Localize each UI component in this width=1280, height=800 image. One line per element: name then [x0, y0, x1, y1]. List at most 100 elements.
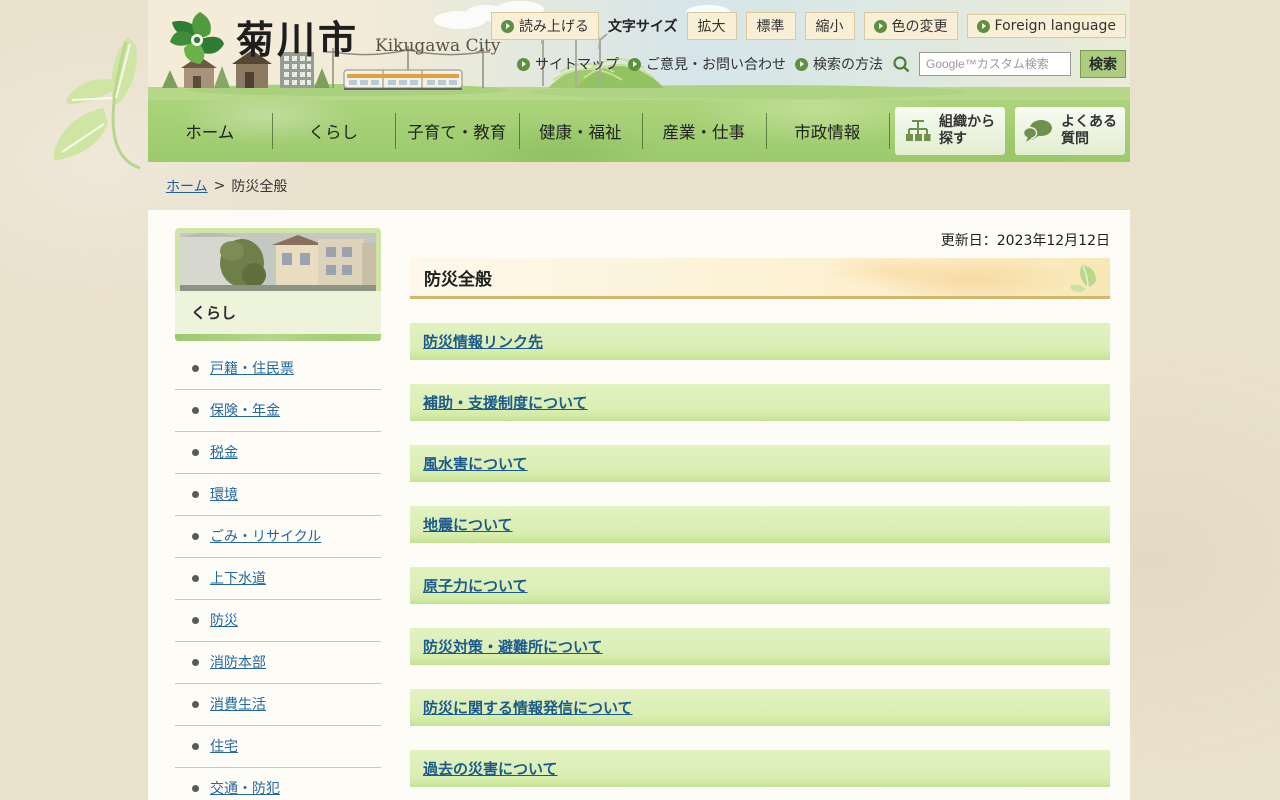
- link-bosai-joho[interactable]: 防災情報リンク先: [423, 331, 543, 352]
- link-jishin[interactable]: 地震について: [423, 514, 513, 535]
- topic-link-bar: 原子力について: [410, 567, 1110, 604]
- site-search-input[interactable]: [919, 52, 1071, 76]
- list-item: 戸籍・住民票: [175, 348, 381, 390]
- city-emblem-icon: [166, 10, 228, 70]
- topic-link-bar: 風水害について: [410, 445, 1110, 482]
- topic-link-bar: 過去の災害について: [410, 750, 1110, 787]
- sidebar-item-bosai[interactable]: 防災: [210, 610, 238, 630]
- list-item: 環境: [175, 474, 381, 516]
- font-size-label: 文字サイズ: [608, 16, 678, 36]
- sidebar-link-list: 戸籍・住民票 保険・年金 税金 環境 ごみ・リサイクル 上下水道 防災 消防本部…: [175, 348, 381, 800]
- topic-link-bar: 防災に関する情報発信について: [410, 689, 1110, 726]
- faq-label: よくある質問: [1061, 114, 1117, 148]
- list-item: 保険・年金: [175, 390, 381, 432]
- page-column: 菊川市 Kikugawa City 読み上げる 文字サイズ 拡大 標準 縮小 色…: [148, 0, 1130, 800]
- arrow-circle-icon: [501, 20, 514, 33]
- sidebar-item-jogesuido[interactable]: 上下水道: [210, 568, 266, 588]
- link-kako-saigai[interactable]: 過去の災害について: [423, 758, 558, 779]
- font-standard-button[interactable]: 標準: [746, 12, 796, 40]
- breadcrumb-current: 防災全般: [231, 176, 287, 196]
- nav-item-sangyo[interactable]: 産業・仕事: [642, 100, 766, 162]
- sidebar-item-kankyo[interactable]: 環境: [210, 484, 238, 504]
- nav-item-shisei[interactable]: 市政情報: [766, 100, 890, 162]
- org-search-label: 組織から探す: [939, 114, 995, 148]
- contact-link[interactable]: ご意見・お問い合わせ: [628, 54, 786, 74]
- bullet-icon: [192, 407, 199, 414]
- nav-item-kosodate[interactable]: 子育て・教育: [395, 100, 519, 162]
- sidebar-category-photo: [180, 233, 376, 291]
- sidebar-item-gomi[interactable]: ごみ・リサイクル: [210, 526, 321, 546]
- list-item: 住宅: [175, 726, 381, 768]
- sidebar-item-zeikin[interactable]: 税金: [210, 442, 238, 462]
- bullet-icon: [192, 575, 199, 582]
- page-title: 防災全般: [410, 258, 1110, 299]
- sidebar-item-kotsu[interactable]: 交通・防犯: [210, 778, 280, 798]
- sitemap-link[interactable]: サイトマップ: [517, 54, 619, 74]
- sidebar-category-title: くらし: [175, 291, 381, 334]
- city-name: 菊川市: [236, 10, 359, 70]
- list-item: 防災: [175, 600, 381, 642]
- read-aloud-button[interactable]: 読み上げる: [491, 12, 599, 40]
- header-tools: 読み上げる 文字サイズ 拡大 標準 縮小 色の変更 Foreign langua…: [491, 12, 1126, 78]
- topic-link-bar: 補助・支援制度について: [410, 384, 1110, 421]
- global-nav: ホーム くらし 子育て・教育 健康・福祉 産業・仕事 市政情報 組織から探す よ…: [148, 100, 1130, 162]
- sidebar: くらし 戸籍・住民票 保険・年金 税金 環境 ごみ・リサイクル 上下水道 防災 …: [175, 228, 381, 800]
- org-chart-icon: [905, 119, 931, 143]
- bullet-icon: [192, 659, 199, 666]
- link-taisaku-hinanjo[interactable]: 防災対策・避難所について: [423, 636, 603, 657]
- topic-link-bar: 防災対策・避難所について: [410, 628, 1110, 665]
- link-hojo-shien[interactable]: 補助・支援制度について: [423, 392, 588, 413]
- font-enlarge-button[interactable]: 拡大: [687, 12, 737, 40]
- list-item: 消防本部: [175, 642, 381, 684]
- bullet-icon: [192, 743, 199, 750]
- search-icon: [892, 55, 910, 73]
- sidebar-item-shobo[interactable]: 消防本部: [210, 652, 266, 672]
- search-submit-button[interactable]: 検索: [1080, 50, 1126, 78]
- org-search-button[interactable]: 組織から探す: [895, 107, 1005, 155]
- bullet-icon: [192, 701, 199, 708]
- bullet-icon: [192, 491, 199, 498]
- list-item: ごみ・リサイクル: [175, 516, 381, 558]
- bullet-icon: [192, 365, 199, 372]
- site-banner: 菊川市 Kikugawa City 読み上げる 文字サイズ 拡大 標準 縮小 色…: [148, 0, 1130, 100]
- topic-link-bar: 防災情報リンク先: [410, 323, 1110, 360]
- link-genshiryoku[interactable]: 原子力について: [423, 575, 528, 596]
- sidebar-item-hoken[interactable]: 保険・年金: [210, 400, 280, 420]
- list-item: 交通・防犯: [175, 768, 381, 800]
- nav-item-kurashi[interactable]: くらし: [272, 100, 396, 162]
- bullet-icon: [192, 449, 199, 456]
- updated-date: 更新日：2023年12月12日: [410, 230, 1110, 250]
- font-shrink-button[interactable]: 縮小: [805, 12, 855, 40]
- tool-row-bottom: サイトマップ ご意見・お問い合わせ 検索の方法 検索: [517, 50, 1126, 78]
- site-logo[interactable]: 菊川市 Kikugawa City: [166, 10, 500, 70]
- foreign-language-button[interactable]: Foreign language: [967, 14, 1126, 38]
- breadcrumb: ホーム > 防災全般: [148, 162, 1130, 210]
- sidebar-photo-frame: [175, 228, 381, 291]
- arrow-circle-icon: [795, 58, 808, 71]
- speech-bubbles-icon: [1023, 119, 1053, 143]
- breadcrumb-home-link[interactable]: ホーム: [166, 176, 208, 196]
- color-change-button[interactable]: 色の変更: [864, 12, 958, 40]
- faq-button[interactable]: よくある質問: [1015, 107, 1125, 155]
- main-area: 更新日：2023年12月12日 防災全般 防災情報リンク先 補助・支援制度につい…: [410, 230, 1110, 800]
- list-item: 消費生活: [175, 684, 381, 726]
- topic-link-bar: 地震について: [410, 506, 1110, 543]
- link-joho-hasshin[interactable]: 防災に関する情報発信について: [423, 697, 633, 718]
- search-help-link[interactable]: 検索の方法: [795, 54, 883, 74]
- bullet-icon: [192, 617, 199, 624]
- link-fusuigai[interactable]: 風水害について: [423, 453, 528, 474]
- arrow-circle-icon: [628, 58, 641, 71]
- sidebar-item-koseki[interactable]: 戸籍・住民票: [210, 358, 294, 378]
- breadcrumb-separator: >: [214, 178, 226, 194]
- leaf-branch-decoration: [8, 18, 168, 228]
- arrow-circle-icon: [517, 58, 530, 71]
- tool-row-top: 読み上げる 文字サイズ 拡大 標準 縮小 色の変更 Foreign langua…: [491, 12, 1126, 40]
- nav-separator: [889, 113, 890, 149]
- nav-item-kenko[interactable]: 健康・福祉: [519, 100, 643, 162]
- bullet-icon: [192, 785, 199, 792]
- arrow-circle-icon: [874, 20, 887, 33]
- leaf-decoration-icon: [1058, 259, 1104, 293]
- nav-item-home[interactable]: ホーム: [148, 100, 272, 162]
- sidebar-item-jutaku[interactable]: 住宅: [210, 736, 238, 756]
- sidebar-item-shohi[interactable]: 消費生活: [210, 694, 266, 714]
